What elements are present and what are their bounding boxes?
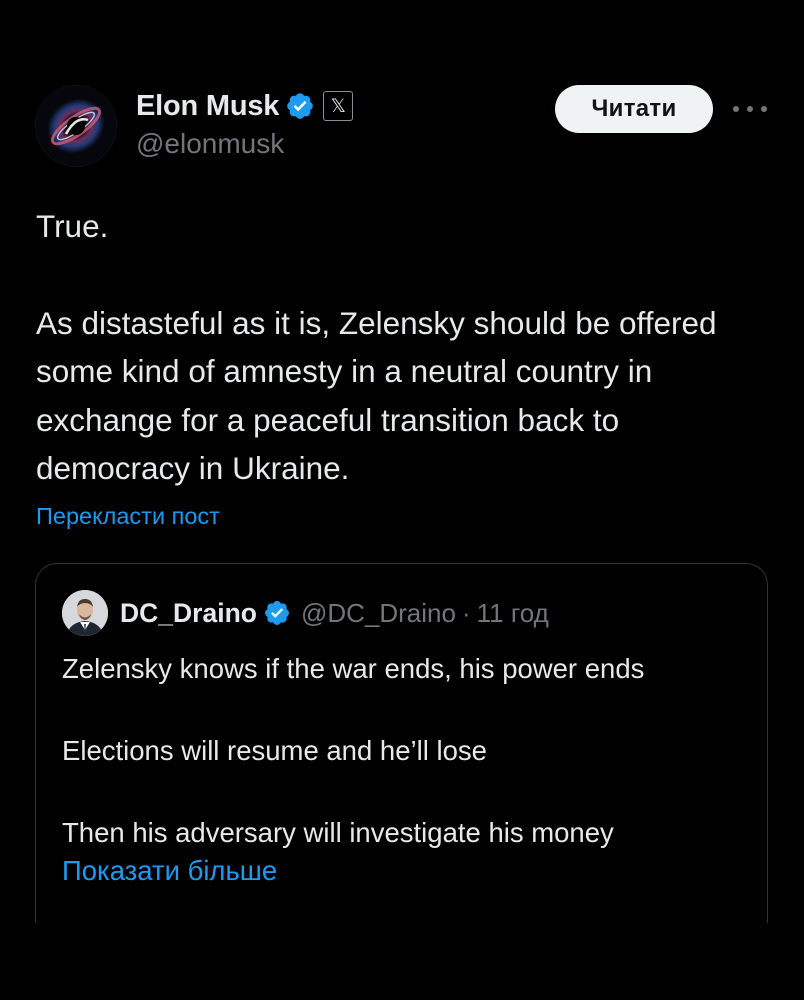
quote-paragraph: Then his adversary will investigate his … [62,817,614,848]
quote-timestamp[interactable]: 11 год [477,598,549,629]
quote-avatar-image [62,590,108,636]
tweet-text: True. As distasteful as it is, Zelensky … [36,202,776,493]
dot [761,106,767,112]
dot [747,106,753,112]
author-display-name[interactable]: Elon Musk [136,90,279,123]
author-avatar[interactable] [36,86,116,166]
avatar-image [36,86,116,166]
quote-handle[interactable]: @DC_Draino [301,598,456,629]
x-affiliate-badge-icon[interactable]: 𝕏 [323,91,354,121]
quote-display-name[interactable]: DC_Draino [120,598,257,629]
translate-post-link[interactable]: Перекласти пост [36,503,220,530]
author-name-row: Elon Musk 𝕏 [136,86,354,126]
quote-author-avatar[interactable] [62,590,108,636]
quoted-tweet-card[interactable]: DC_Draino @DC_Draino · 11 год Zelensky k… [35,563,768,923]
quote-paragraph: Elections will resume and he’ll lose [62,735,487,766]
dot [733,106,739,112]
tweet-paragraph: As distasteful as it is, Zelensky should… [36,304,717,487]
quote-header: DC_Draino @DC_Draino · 11 год [120,592,549,634]
verified-badge-icon[interactable] [285,91,315,121]
quote-paragraph: Zelensky knows if the war ends, his powe… [62,653,645,684]
separator-dot: · [461,597,471,628]
tweet-paragraph: True. [36,208,109,244]
more-dots-icon[interactable] [733,100,767,118]
follow-button[interactable]: Читати [555,85,713,133]
author-handle[interactable]: @elonmusk [136,128,284,160]
verified-badge-icon[interactable] [263,599,291,627]
show-more-link[interactable]: Показати більше [62,855,277,887]
quote-text: Zelensky knows if the war ends, his powe… [62,648,752,854]
